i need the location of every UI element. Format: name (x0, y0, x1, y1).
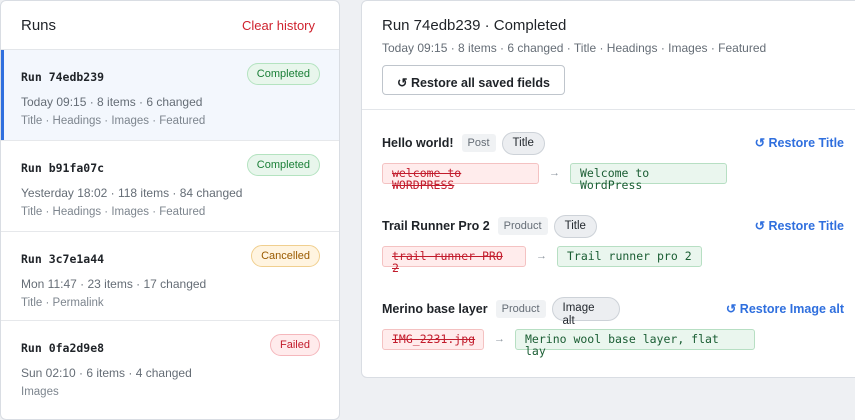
runs-panel-header: Runs Clear history (1, 1, 339, 50)
run-meta: Today 09:15 · 8 items · 6 changed (21, 95, 203, 109)
value-diff: trail runner PRO 2 → Trail runner pro 2 (382, 246, 844, 274)
run-fields: Images (21, 386, 59, 398)
status-badge: Cancelled (251, 245, 320, 267)
item-name: Trail Runner Pro 2 (382, 219, 490, 233)
run-detail-meta: Today 09:15 · 8 items · 6 changed · Titl… (382, 41, 767, 55)
item-type-tag: Product (497, 217, 548, 235)
status-badge: Completed (246, 63, 320, 85)
value-diff: IMG_2231.jpg → Merino wool base layer, f… (382, 329, 844, 357)
field-chip: Title (553, 214, 597, 238)
run-meta: Mon 11:47 · 23 items · 17 changed (21, 277, 207, 291)
run-detail-title: Run 74edb239 · Completed (382, 17, 567, 34)
restore-field-button[interactable]: ↺ Restore Title (755, 135, 844, 150)
run-item[interactable]: Run 0fa2d9e8 Failed Sun 02:10 · 6 items … (1, 321, 339, 412)
run-fields: Title · Headings · Images · Featured (21, 206, 206, 218)
new-value: Welcome to WordPress (570, 163, 727, 191)
run-detail-panel: Run 74edb239 · Completed Today 09:15 · 8… (361, 0, 855, 378)
changed-item: Merino base layer Product Image alt ↺ Re… (382, 297, 844, 357)
status-badge: Failed (270, 334, 320, 356)
run-item[interactable]: Run b91fa07c Completed Yesterday 18:02 ·… (1, 141, 339, 232)
run-fields: Title · Permalink (21, 297, 104, 309)
arrow-right-icon: → (549, 167, 560, 179)
old-value: IMG_2231.jpg (382, 329, 484, 350)
old-value: welcome to WORDPRESS (382, 163, 539, 191)
restore-field-button[interactable]: ↺ Restore Title (755, 218, 844, 233)
arrow-right-icon: → (536, 250, 547, 262)
status-badge: Completed (246, 154, 320, 176)
new-value: Merino wool base layer, flat lay (515, 329, 755, 357)
restore-all-button[interactable]: ↺ Restore all saved fields (382, 65, 565, 95)
run-meta: Sun 02:10 · 6 items · 4 changed (21, 366, 192, 380)
value-diff: welcome to WORDPRESS → Welcome to WordPr… (382, 163, 844, 191)
restore-field-button[interactable]: ↺ Restore Image alt (726, 301, 844, 316)
item-name: Merino base layer (382, 302, 488, 316)
run-detail-header: Run 74edb239 · Completed Today 09:15 · 8… (362, 1, 855, 110)
clear-history-button[interactable]: Clear history (242, 18, 315, 33)
old-value: trail runner PRO 2 (382, 246, 526, 274)
run-item[interactable]: Run 3c7e1a44 Cancelled Mon 11:47 · 23 it… (1, 232, 339, 321)
field-chip: Image alt (551, 297, 620, 327)
new-value: Trail runner pro 2 (557, 246, 702, 267)
changed-item: Trail Runner Pro 2 Product Title ↺ Resto… (382, 214, 844, 274)
field-chip: Title (501, 131, 545, 155)
item-type-tag: Product (495, 300, 546, 318)
item-type-tag: Post (461, 134, 496, 152)
run-item[interactable]: Run 74edb239 Completed Today 09:15 · 8 i… (1, 50, 339, 141)
changed-item: Hello world! Post Title ↺ Restore Title … (382, 131, 844, 191)
runs-panel: Runs Clear history Run 74edb239 Complete… (0, 0, 340, 420)
arrow-right-icon: → (494, 333, 505, 345)
run-fields: Title · Headings · Images · Featured (21, 115, 206, 127)
run-meta: Yesterday 18:02 · 118 items · 84 changed (21, 186, 243, 200)
runs-panel-title: Runs (21, 16, 57, 34)
item-name: Hello world! (382, 136, 454, 150)
